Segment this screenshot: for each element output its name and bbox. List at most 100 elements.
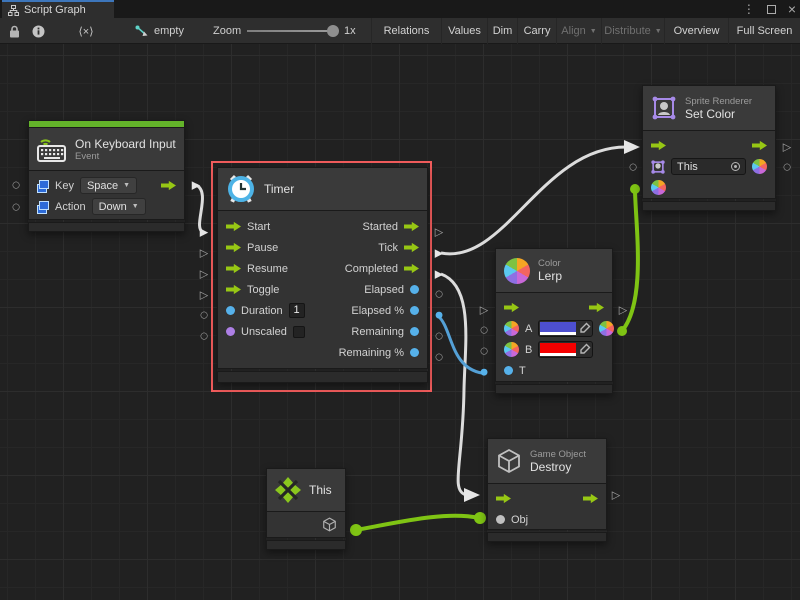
trigger-in-arrow xyxy=(651,140,666,151)
align-button[interactable]: Align ▼ xyxy=(556,18,601,44)
eyedropper-icon[interactable] xyxy=(578,322,591,335)
color-b-field[interactable] xyxy=(538,341,593,358)
port-timer-completed[interactable]: ▶ xyxy=(435,269,443,280)
color-a-field[interactable] xyxy=(538,320,593,337)
node-header: Color Lerp xyxy=(495,248,613,293)
node-title: Destroy xyxy=(530,460,586,474)
port-timer-remaining-pct[interactable]: ○ xyxy=(435,354,443,363)
port-label-started: Started xyxy=(363,221,398,233)
zoom-slider-handle[interactable] xyxy=(327,25,339,37)
graph-canvas[interactable]: On Keyboard Input Event Key Space ▼ Acti… xyxy=(0,44,800,600)
lock-button[interactable] xyxy=(4,18,24,44)
wire-this-to-obj xyxy=(356,516,479,530)
color-wheel-icon xyxy=(504,321,519,336)
port-destroy-trigger-out[interactable]: ▷ xyxy=(612,490,620,501)
chevron-down-icon: ▼ xyxy=(590,28,597,35)
port-timer-toggle[interactable]: ▷ xyxy=(200,290,208,301)
node-set-color[interactable]: Sprite Renderer Set Color xyxy=(642,85,776,211)
port-label-start: Start xyxy=(247,221,270,233)
port-timer-remaining[interactable]: ○ xyxy=(435,333,443,342)
selection-label: empty xyxy=(154,25,184,37)
dim-button[interactable]: Dim xyxy=(487,18,517,44)
graph-icon xyxy=(8,5,19,16)
duration-input[interactable]: 1 xyxy=(289,303,305,318)
port-keyboard-action[interactable]: ○ xyxy=(12,204,20,213)
port-timer-tick[interactable]: ▶ xyxy=(435,248,443,259)
selection-indicator: empty xyxy=(135,18,184,44)
overview-button[interactable]: Overview xyxy=(664,18,728,44)
node-color-lerp[interactable]: Color Lerp A xyxy=(495,248,613,394)
port-lerp-trigger-out[interactable]: ▷ xyxy=(619,305,627,316)
close-icon[interactable]: × xyxy=(788,1,796,17)
color-wheel-icon xyxy=(752,159,767,174)
port-timer-pause[interactable]: ▷ xyxy=(200,248,208,259)
port-lerp-b[interactable]: ○ xyxy=(480,348,488,357)
window-menu-icon[interactable]: ⋮ xyxy=(743,2,755,16)
port-setcolor-value-out[interactable]: ○ xyxy=(783,164,791,173)
port-timer-duration[interactable]: ○ xyxy=(200,312,208,321)
code-preview-button[interactable]: ⟨×⟩ xyxy=(55,18,117,44)
object-picker-icon[interactable] xyxy=(731,162,740,171)
cube-icon xyxy=(496,448,522,474)
node-title: On Keyboard Input xyxy=(75,137,176,151)
port-timer-started[interactable]: ▷ xyxy=(435,227,443,238)
trigger-out-arrow xyxy=(583,493,598,504)
node-body: A B xyxy=(495,293,613,382)
node-footer xyxy=(487,532,607,542)
port-keyboard-key[interactable]: ○ xyxy=(12,182,20,191)
values-button[interactable]: Values xyxy=(441,18,487,44)
target-object-field[interactable]: This xyxy=(671,158,746,175)
port-label-elapsed-pct: Elapsed % xyxy=(351,305,404,317)
node-header: Game Object Destroy xyxy=(487,438,607,484)
port-label-unscaled: Unscaled xyxy=(241,326,287,338)
eyedropper-icon[interactable] xyxy=(578,343,591,356)
port-label-toggle: Toggle xyxy=(247,284,279,296)
node-timer[interactable]: Timer Start Started Pause Tick xyxy=(217,167,428,383)
action-label: Action xyxy=(55,201,86,213)
port-lerp-a[interactable]: ○ xyxy=(480,327,488,336)
action-dropdown[interactable]: Down ▼ xyxy=(92,198,146,215)
port-label-completed: Completed xyxy=(345,263,398,275)
port-timer-start[interactable]: ▶ xyxy=(200,227,208,238)
trigger-in-arrow xyxy=(226,263,241,274)
cube-icon xyxy=(322,517,337,532)
wire-elapsedpct-to-t xyxy=(438,316,482,373)
port-timer-resume[interactable]: ▷ xyxy=(200,269,208,280)
lock-icon xyxy=(9,25,20,38)
zoom-slider-track[interactable] xyxy=(247,30,331,32)
toolbar: ⟨×⟩ empty Zoom 1x Relations Values Dim C… xyxy=(0,18,800,44)
carry-button[interactable]: Carry xyxy=(517,18,556,44)
port-lerp-trigger-in[interactable]: ▷ xyxy=(480,305,488,316)
node-this[interactable]: This xyxy=(266,468,346,550)
port-keyboard-trigger-out[interactable]: ▶ xyxy=(192,180,200,191)
key-dropdown[interactable]: Space ▼ xyxy=(80,177,137,194)
tab-script-graph[interactable]: Script Graph xyxy=(2,0,114,18)
port-timer-elapsed-pct[interactable]: ● xyxy=(435,312,443,321)
port-timer-elapsed[interactable]: ○ xyxy=(435,291,443,300)
fullscreen-button[interactable]: Full Screen xyxy=(728,18,800,44)
chevron-down-icon: ▼ xyxy=(132,203,139,210)
trigger-in-arrow xyxy=(226,221,241,232)
node-subtitle: Sprite Renderer xyxy=(685,96,752,107)
trigger-out-arrow xyxy=(589,302,604,313)
maximize-icon[interactable] xyxy=(767,5,776,14)
port-lerp-t[interactable]: ● xyxy=(480,369,488,378)
node-footer xyxy=(28,222,185,232)
distribute-button[interactable]: Distribute ▼ xyxy=(601,18,664,44)
relations-button[interactable]: Relations xyxy=(371,18,441,44)
node-destroy[interactable]: Game Object Destroy Obj xyxy=(487,438,607,542)
sprite-renderer-icon xyxy=(651,160,665,174)
wire-tick-to-setcolor xyxy=(441,147,626,254)
trigger-out-arrow xyxy=(404,242,419,253)
sprite-renderer-icon xyxy=(651,95,677,121)
port-setcolor-target[interactable]: ○ xyxy=(629,164,637,173)
unscaled-checkbox[interactable] xyxy=(293,326,305,338)
info-button[interactable] xyxy=(26,18,50,44)
literal-icon xyxy=(37,180,49,191)
port-setcolor-trigger-out[interactable]: ▷ xyxy=(783,142,791,153)
tab-strip: Script Graph ⋮ × xyxy=(0,0,800,18)
selection-outline: Timer Start Started Pause Tick xyxy=(211,161,432,392)
port-timer-unscaled[interactable]: ○ xyxy=(200,333,208,342)
node-on-keyboard-input[interactable]: On Keyboard Input Event Key Space ▼ Acti… xyxy=(28,120,185,232)
trigger-out-arrow xyxy=(404,263,419,274)
